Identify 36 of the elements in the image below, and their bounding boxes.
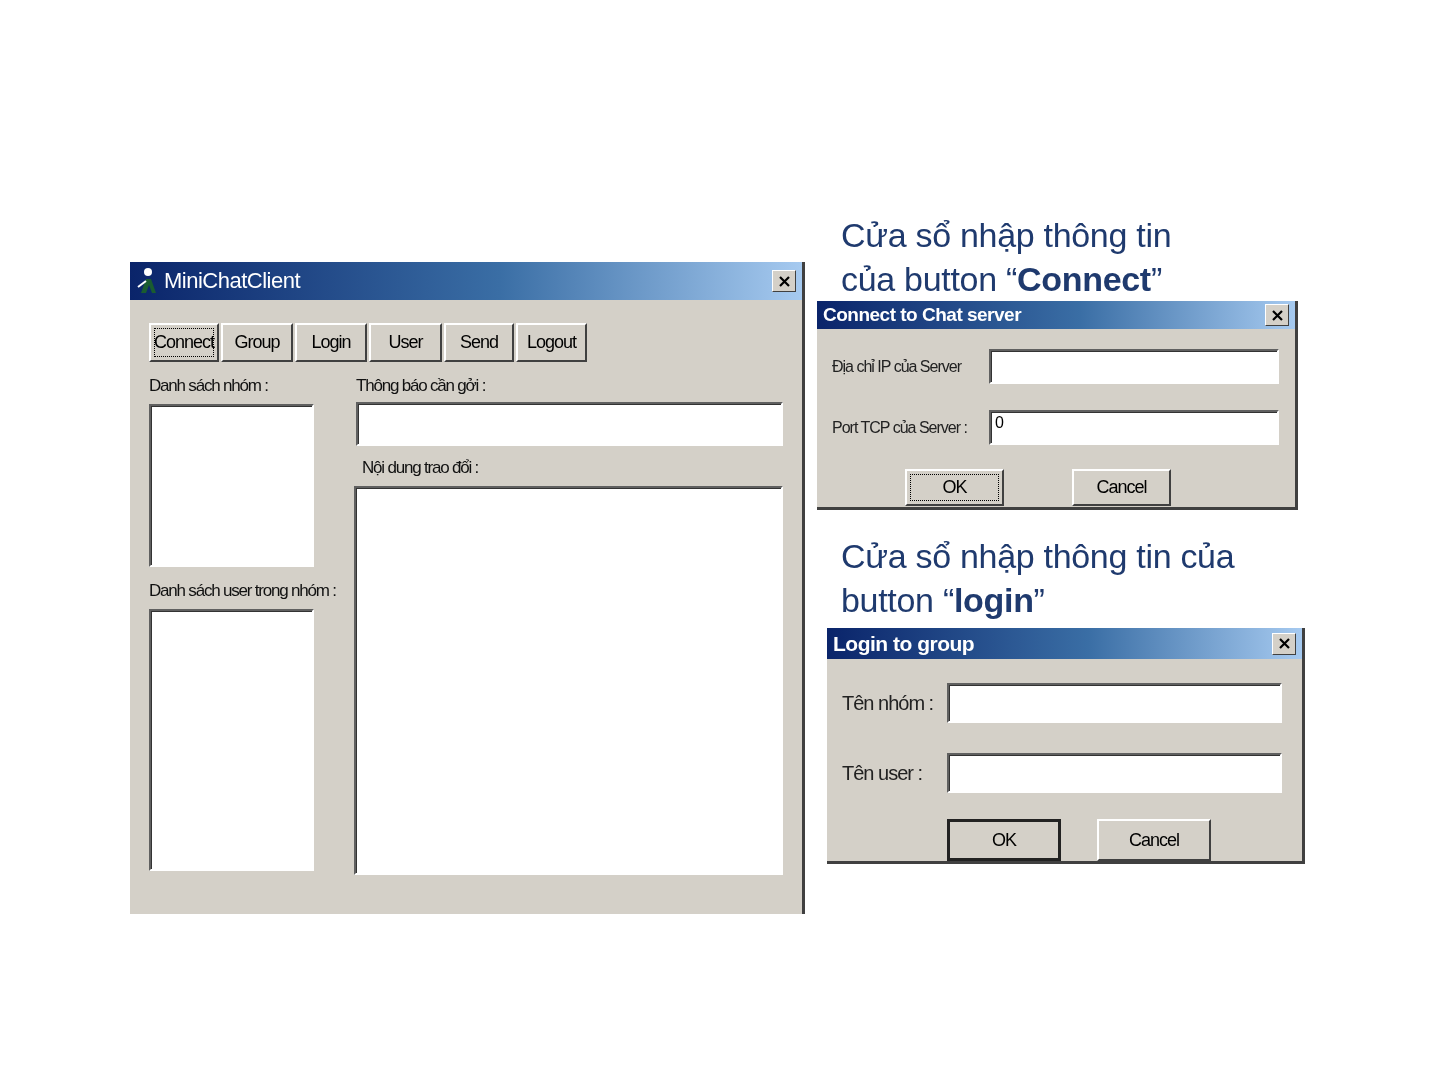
toolbar-button[interactable]: Group [221, 323, 293, 362]
text-field[interactable] [947, 753, 1282, 793]
text-field[interactable]: 0 [989, 410, 1279, 446]
toolbar-button[interactable]: Connect [149, 323, 219, 362]
dialog-title: Login to group [833, 631, 976, 656]
field-label: Thông báo cần gởi : [356, 376, 487, 396]
dialog-button[interactable]: Cancel [1072, 469, 1171, 507]
field-label: Nội dung trao đổi : [362, 458, 480, 478]
field-label: Tên user : [841, 761, 924, 785]
toolbar-button[interactable]: Login [295, 323, 367, 362]
toolbar-button[interactable]: Send [444, 323, 514, 362]
field-label: Tên nhóm : [841, 691, 935, 715]
window-title: MiniChatClient [164, 268, 302, 294]
group-list[interactable] [149, 404, 314, 567]
dialog-button[interactable]: Cancel [1097, 819, 1211, 861]
message-field[interactable] [356, 402, 783, 446]
user-list[interactable] [149, 609, 314, 871]
field-label: Địa chỉ IP của Server [831, 357, 963, 376]
close-icon [1278, 638, 1290, 649]
dialog-title: Connect to Chat server [823, 304, 1023, 327]
close-button[interactable] [1265, 304, 1289, 327]
text-field[interactable] [989, 349, 1279, 385]
toolbar-button[interactable]: User [369, 323, 442, 362]
close-icon [1271, 309, 1283, 321]
dialog-button[interactable]: OK [905, 469, 1004, 507]
close-button[interactable] [772, 270, 796, 292]
field-label: Danh sách nhóm : [149, 376, 269, 396]
close-button[interactable] [1272, 632, 1296, 655]
close-icon [778, 275, 790, 287]
toolbar-button[interactable]: Logout [516, 323, 587, 362]
text-field[interactable] [947, 683, 1282, 723]
caption: Cửa sổ nhập thông tin của button “Connect” [841, 215, 1173, 301]
dialog-button[interactable]: OK [947, 819, 1061, 861]
field-label: Port TCP của Server : [831, 418, 968, 437]
caption: Cửa sổ nhập thông tin của button “login” [841, 535, 1236, 621]
field-label: Danh sách user trong nhóm : [149, 581, 337, 601]
